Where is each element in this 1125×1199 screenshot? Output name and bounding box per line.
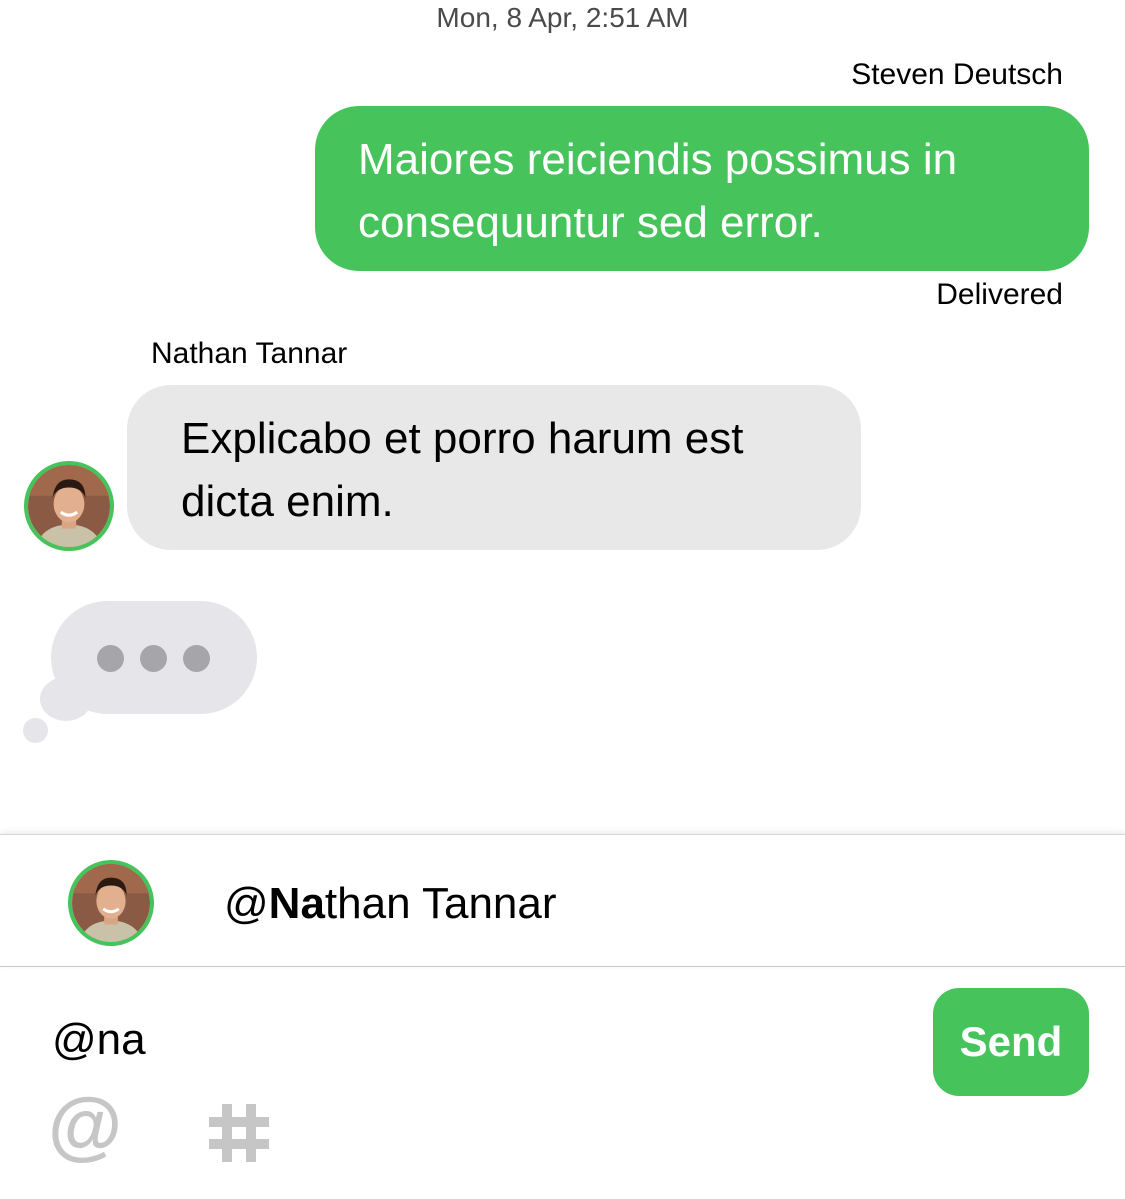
outgoing-message-bubble[interactable]: Maiores reiciendis possimus in consequun… [315,106,1089,271]
incoming-message-text: Explicabo et porro harum est dicta enim. [181,414,744,526]
avatar [68,860,154,946]
typing-dot [183,645,210,672]
typing-dot [97,645,124,672]
incoming-sender-name: Nathan Tannar [151,337,348,370]
message-timestamp: Mon, 8 Apr, 2:51 AM [436,2,689,33]
delivery-status: Delivered [936,278,1063,311]
at-mention-icon[interactable]: @ [48,1088,122,1164]
outgoing-message-text: Maiores reiciendis possimus in consequun… [358,135,958,247]
message-input[interactable]: @na [52,1015,146,1065]
typing-tail-small [23,718,48,743]
typing-dot [140,645,167,672]
avatar-photo-icon [28,465,110,547]
avatar[interactable] [24,461,114,551]
mention-suggestion-name: @Nathan Tannar [224,879,557,929]
incoming-message-bubble[interactable]: Explicabo et porro harum est dicta enim. [127,385,861,550]
mention-rest: than Tannar [324,879,557,928]
mention-prefix: @ [224,879,269,928]
send-button[interactable]: Send [933,988,1089,1096]
hash-icon[interactable] [207,1100,271,1164]
avatar-photo-icon [72,864,150,942]
mention-suggestion-row[interactable]: @Nathan Tannar [0,834,1125,967]
chat-screen: Mon, 8 Apr, 2:51 AM Steven Deutsch Maior… [0,0,1125,1199]
mention-match: Na [268,879,325,928]
outgoing-sender-name: Steven Deutsch [851,58,1063,91]
